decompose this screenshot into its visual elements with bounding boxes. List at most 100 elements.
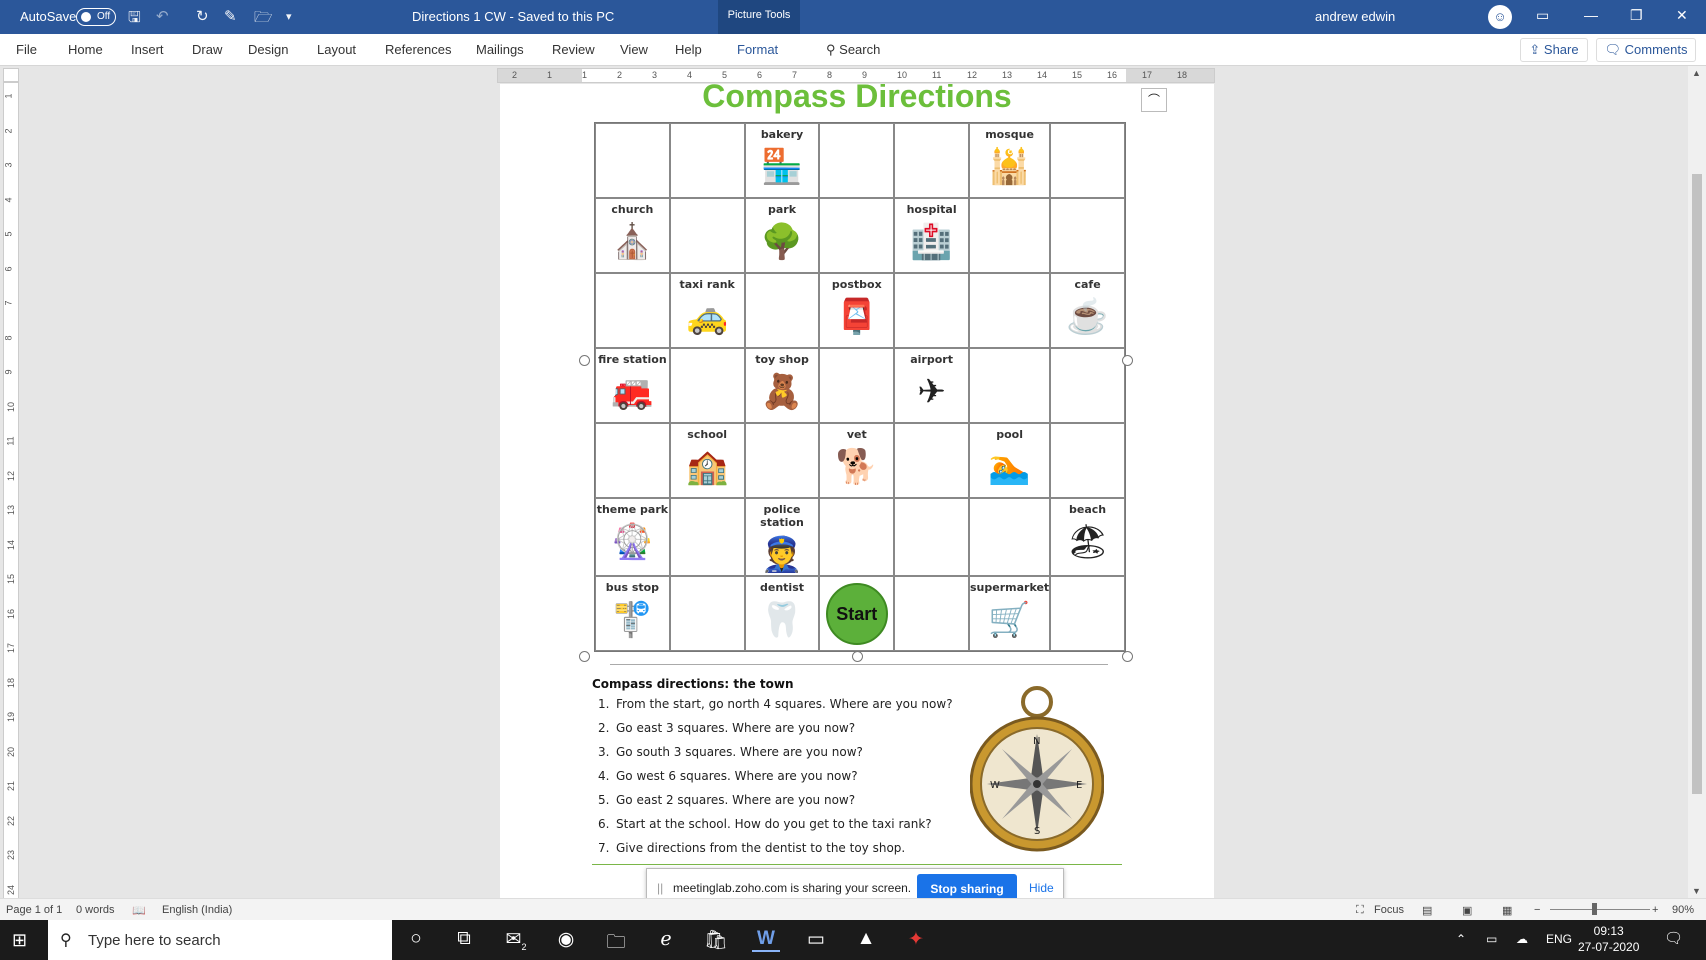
store-icon[interactable]: 🛍	[702, 928, 730, 952]
terminal-icon[interactable]: ▭	[802, 928, 830, 951]
clock[interactable]: 09:13 27-07-2020	[1578, 923, 1639, 955]
input-language[interactable]: ENG	[1546, 932, 1572, 946]
tab-insert[interactable]: Insert	[131, 42, 164, 57]
tab-design[interactable]: Design	[248, 42, 288, 57]
vertical-scrollbar[interactable]: ▲ ▼	[1688, 66, 1706, 900]
tab-home[interactable]: Home	[68, 42, 103, 57]
ribbon-display-options-icon[interactable]: ▭	[1536, 7, 1549, 24]
place-label: mosque	[985, 128, 1034, 141]
customize-qat-icon[interactable]: ▾	[286, 10, 292, 23]
tell-me-search[interactable]: ⚲ Search	[826, 42, 880, 58]
user-avatar-icon[interactable]: ☺	[1488, 5, 1512, 29]
chrome-icon[interactable]: ◉	[552, 928, 580, 951]
ruler-tick: 1	[3, 93, 14, 99]
proofing-icon[interactable]: 📖	[132, 904, 146, 917]
focus-label[interactable]: Focus	[1374, 904, 1404, 916]
tab-mailings[interactable]: Mailings	[476, 42, 524, 57]
grid-cell	[595, 423, 670, 498]
tab-references[interactable]: References	[385, 42, 451, 57]
ruler-tick: 8	[827, 70, 833, 80]
tab-view[interactable]: View	[620, 42, 648, 57]
language-indicator[interactable]: English (India)	[162, 904, 232, 916]
redo-icon[interactable]: ↻	[196, 7, 209, 25]
ruler-tick: 17	[1142, 70, 1153, 80]
user-name[interactable]: andrew edwin	[1315, 9, 1395, 24]
onedrive-icon[interactable]: ☁	[1516, 932, 1528, 946]
hide-button[interactable]: Hide	[1029, 881, 1054, 895]
compass-grid-image[interactable]: bakery 🏪 mosque 🕌 church ⛪ park 🌳 hospital 🏥 taxi …	[594, 122, 1126, 652]
word-icon[interactable]: W	[752, 928, 780, 952]
print-layout-icon[interactable]: ▣	[1462, 904, 1472, 917]
tab-review[interactable]: Review	[552, 42, 595, 57]
zoom-in-icon[interactable]: +	[1652, 904, 1658, 916]
focus-icon[interactable]: ⛶	[1356, 904, 1364, 917]
ruler-tick: 11	[932, 70, 942, 80]
tab-draw[interactable]: Draw	[192, 42, 222, 57]
zoom-out-icon[interactable]: −	[1534, 904, 1540, 916]
ruler-tick: 18	[6, 677, 17, 688]
close-icon[interactable]: ✕	[1676, 7, 1688, 24]
edge-icon[interactable]: ℯ	[652, 928, 680, 951]
windows-start-icon[interactable]: ⊞	[12, 930, 27, 951]
bottom-divider-line	[592, 864, 1122, 865]
layout-options-icon[interactable]: ⌒	[1141, 88, 1167, 112]
resize-handle-right[interactable]	[1122, 355, 1133, 366]
share-button[interactable]: ⇪ Share	[1520, 38, 1588, 62]
acrobat-icon[interactable]: ✦	[902, 928, 930, 951]
word-count[interactable]: 0 words	[76, 904, 115, 916]
file-explorer-icon[interactable]: 🗀	[602, 928, 630, 960]
place-label: hospital	[906, 203, 957, 216]
resize-handle-bottom-left[interactable]	[579, 651, 590, 662]
tab-help[interactable]: Help	[675, 42, 702, 57]
question-item: 5. Go east 2 squares. Where are you now?	[598, 788, 953, 812]
place-label: supermarket	[970, 581, 1050, 594]
tab-layout[interactable]: Layout	[317, 42, 356, 57]
spelling-icon[interactable]: ✎	[224, 7, 237, 25]
compass-image[interactable]: N E S W	[970, 684, 1104, 866]
tab-file[interactable]: File	[16, 42, 37, 57]
ruler-tick: 11	[5, 436, 16, 446]
scroll-thumb[interactable]	[1692, 174, 1702, 794]
restore-icon[interactable]: ❐	[1630, 7, 1643, 24]
grid-cell: hospital 🏥	[894, 198, 969, 273]
scroll-down-icon[interactable]: ▼	[1692, 886, 1701, 896]
open-folder-icon[interactable]: 🗁	[254, 7, 273, 32]
resize-handle-bottom-right[interactable]	[1122, 651, 1133, 662]
tab-format[interactable]: Format	[737, 42, 778, 57]
grid-cell	[669, 348, 745, 423]
autosave-toggle[interactable]: Off	[76, 8, 116, 26]
cortana-icon[interactable]: ○	[402, 928, 430, 950]
task-view-icon[interactable]: ⧉	[450, 928, 478, 950]
taskbar-search-box[interactable]: ⚲ Type here to search	[48, 920, 392, 960]
save-icon[interactable]: 🖫	[128, 7, 141, 32]
comments-label: Comments	[1624, 42, 1688, 57]
grid-cell: dentist 🦷	[744, 576, 820, 651]
place-picture: 🛒	[988, 601, 1031, 639]
compass-e: E	[1076, 780, 1082, 791]
grid-cell: police station 👮	[744, 498, 820, 576]
zoom-slider-thumb[interactable]	[1592, 903, 1597, 915]
undo-icon[interactable]: ↶	[156, 7, 169, 25]
grid-cell: airport ✈	[894, 348, 969, 423]
page-count[interactable]: Page 1 of 1	[6, 904, 62, 916]
photos-icon[interactable]: ▲	[852, 928, 880, 950]
tab-selector[interactable]	[3, 68, 19, 82]
zoom-level[interactable]: 90%	[1672, 904, 1694, 916]
mail-icon[interactable]: ✉2	[502, 928, 530, 952]
drag-handle-icon[interactable]: ||	[657, 881, 663, 895]
resize-handle-bottom[interactable]	[852, 651, 863, 662]
read-mode-icon[interactable]: ▤	[1422, 904, 1432, 917]
scroll-up-icon[interactable]: ▲	[1692, 68, 1701, 78]
resize-handle-left[interactable]	[579, 355, 590, 366]
vertical-ruler[interactable]: 1 2 3 4 5 6 7 8 9 10 11 12 13 14 15 16 17 18 19 20 21 22 23 24	[3, 82, 19, 900]
minimize-icon[interactable]: —	[1584, 7, 1598, 23]
comments-button[interactable]: 🗨 Comments	[1596, 38, 1696, 62]
notifications-icon[interactable]: 🗨	[1664, 929, 1683, 947]
compass-s: S	[1034, 826, 1040, 837]
show-hidden-icons-icon[interactable]: ⌃	[1456, 932, 1466, 946]
horizontal-ruler[interactable]: 2 1 1 2 3 4 5 6 7 8 9 10 11 12 13 14 15 16 17 18	[497, 68, 1215, 83]
web-layout-icon[interactable]: ▦	[1502, 904, 1512, 917]
zoom-slider[interactable]	[1550, 909, 1650, 910]
grid-cell	[969, 273, 1051, 348]
battery-icon[interactable]: ▭	[1486, 932, 1497, 946]
